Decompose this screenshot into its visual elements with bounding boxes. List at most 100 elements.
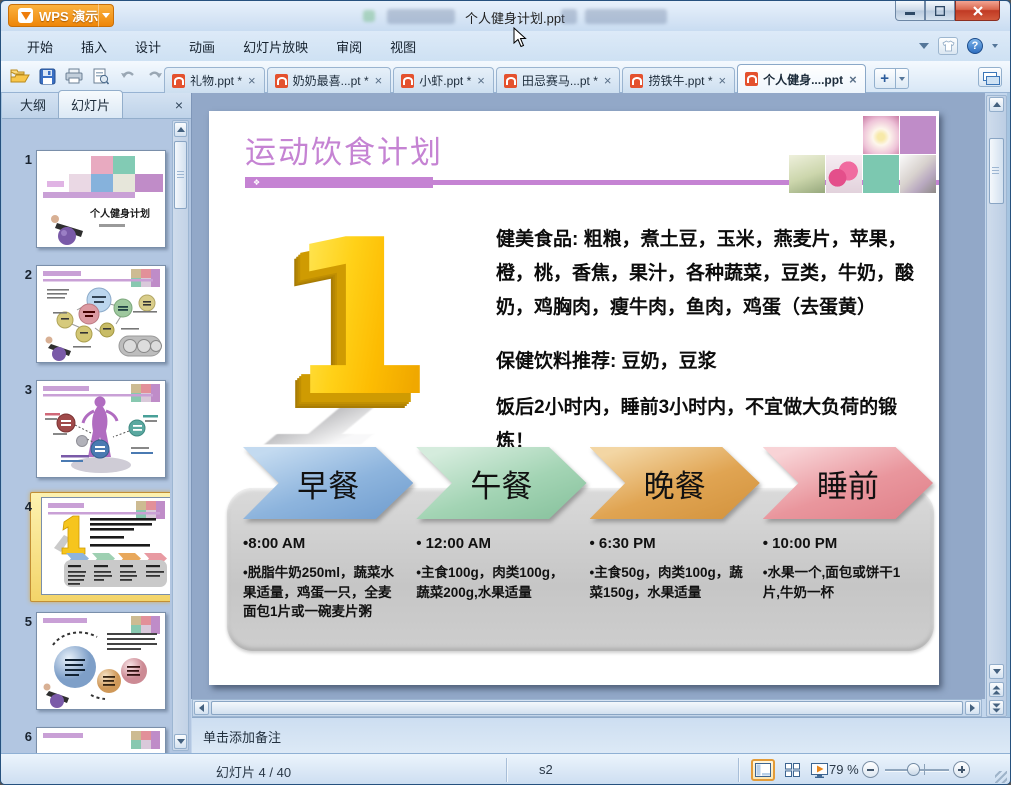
thumbnail-1-preview: 个人健身计划 — [37, 151, 165, 247]
thumb-scroll-down-button[interactable] — [174, 734, 187, 749]
open-file-button[interactable] — [9, 65, 31, 87]
tab-close-button[interactable]: × — [374, 74, 384, 87]
redo-button[interactable] — [144, 65, 166, 87]
meal-chevrons: 早餐 午餐 晚餐 睡前 — [243, 447, 933, 519]
tab-close-button[interactable]: × — [476, 74, 486, 87]
menu-animation[interactable]: 动画 — [175, 33, 229, 60]
tab-close-button[interactable]: × — [603, 74, 613, 87]
slide-title[interactable]: 运动饮食计划 — [245, 127, 443, 172]
slide-canvas[interactable]: 运动饮食计划 ❖ 1 1 1 健美食品: 粗粮，煮土豆，玉米，燕麦片，苹果，橙，… — [191, 93, 985, 699]
slide-editor[interactable]: 运动饮食计划 ❖ 1 1 1 健美食品: 粗粮，煮土豆，玉米，燕麦片，苹果，橙，… — [209, 111, 939, 685]
restore-icon — [935, 5, 945, 16]
minimize-button[interactable] — [895, 1, 925, 21]
main-vertical-scrollbar[interactable] — [986, 95, 1007, 717]
thumb-scroll-up-button[interactable] — [174, 122, 187, 137]
zoom-slider-thumb[interactable] — [907, 763, 920, 776]
slide-sorter-view-button[interactable] — [780, 759, 804, 781]
undo-icon — [121, 71, 134, 78]
previous-slide-button[interactable] — [989, 682, 1004, 697]
save-floppy-icon — [39, 68, 55, 84]
slide-thumbnail-5[interactable] — [36, 612, 166, 710]
undo-button[interactable] — [117, 65, 139, 87]
zoom-in-button[interactable] — [953, 761, 970, 778]
tab-close-button[interactable]: × — [848, 73, 858, 86]
thumbnail-1-title: 个人健身计划 — [89, 207, 150, 220]
scroll-thumb[interactable] — [989, 138, 1004, 204]
slide-thumbnail-1[interactable]: 个人健身计划 — [36, 150, 166, 248]
open-folder-icon — [10, 69, 30, 83]
menu-home[interactable]: 开始 — [13, 33, 67, 60]
zoom-out-button[interactable] — [862, 761, 879, 778]
statusbar-separator — [506, 758, 507, 782]
next-slide-button[interactable] — [989, 700, 1004, 715]
doc-tab-label: 奶奶最喜...pt * — [292, 74, 369, 88]
new-tab-dropdown[interactable] — [895, 68, 909, 89]
close-button[interactable] — [955, 1, 1000, 21]
doc-tab[interactable]: 田忌赛马...pt * × — [495, 67, 621, 93]
normal-view-button[interactable] — [751, 759, 775, 781]
arrow-left-icon — [199, 704, 204, 712]
print-preview-button[interactable] — [90, 65, 112, 87]
doc-tab[interactable]: 奶奶最喜...pt * × — [266, 67, 392, 93]
print-button[interactable] — [63, 65, 85, 87]
slide-thumbnail-3[interactable] — [36, 380, 166, 478]
tab-outline[interactable]: 大纲 — [8, 91, 58, 118]
skin-theme-button[interactable] — [938, 37, 958, 55]
doc-tab-label: 个人健身....ppt — [763, 72, 844, 87]
scroll-right-button[interactable] — [965, 701, 980, 715]
menu-design[interactable]: 设计 — [121, 33, 175, 60]
slide-thumbnail-4-selected[interactable] — [41, 497, 170, 595]
slide-thumbnail-2[interactable] — [36, 265, 166, 363]
hscroll-thumb[interactable] — [211, 701, 963, 715]
switch-window-button[interactable] — [978, 67, 1002, 87]
teal-tile — [863, 155, 899, 193]
slide-thumbnail-6[interactable] — [36, 727, 166, 753]
panel-close-button[interactable]: × — [175, 98, 183, 112]
doc-tab[interactable]: 礼物.ppt * × — [164, 67, 265, 93]
wps-app-menu-dropdown[interactable] — [98, 4, 114, 27]
slide-number: 2 — [24, 267, 32, 282]
thumbnail-scrollbar[interactable] — [172, 120, 189, 751]
scroll-left-button[interactable] — [194, 701, 209, 715]
zoom-level: 79 % — [829, 762, 859, 777]
doc-tab[interactable]: 小虾.ppt * × — [393, 67, 494, 93]
notes-area[interactable]: 单击添加备注 — [192, 717, 1010, 753]
scroll-up-button[interactable] — [989, 97, 1004, 112]
glass-photo-tile — [789, 155, 825, 193]
tab-close-button[interactable]: × — [247, 74, 257, 87]
menu-view[interactable]: 视图 — [376, 33, 430, 60]
scroll-down-button[interactable] — [989, 664, 1004, 679]
slide-number: 3 — [24, 382, 32, 397]
tab-slides[interactable]: 幻灯片 — [58, 90, 124, 118]
doc-tab-active[interactable]: 个人健身....ppt × — [737, 64, 866, 93]
ppt-file-icon — [274, 73, 288, 88]
meal-times-row: •8:00 AM • 12:00 AM • 6:30 PM • 10:00 PM — [243, 535, 933, 552]
collapse-ribbon-icon[interactable] — [919, 43, 929, 49]
help-button[interactable]: ? — [967, 38, 983, 54]
slide-paragraph-drinks[interactable]: 保健饮料推荐: 豆奶，豆浆 — [496, 345, 933, 379]
tab-close-button[interactable]: × — [718, 74, 728, 87]
dumbbell-photo-tile — [826, 155, 862, 193]
redacted-text — [387, 9, 455, 24]
chevron-dinner[interactable]: 晚餐 — [589, 447, 760, 519]
thumbnail-3-preview — [37, 381, 165, 477]
save-button[interactable] — [36, 65, 58, 87]
window-title: 个人健身计划.ppt — [465, 11, 565, 26]
doc-tab[interactable]: 捞铁牛.ppt * × — [622, 67, 736, 93]
resize-grip[interactable] — [995, 771, 1007, 783]
ppt-file-icon — [630, 73, 644, 88]
chevron-bedtime[interactable]: 睡前 — [762, 447, 933, 519]
menu-review[interactable]: 审阅 — [322, 33, 376, 60]
wps-app-button[interactable]: WPS 演示 — [8, 4, 109, 27]
menu-insert[interactable]: 插入 — [67, 33, 121, 60]
new-tab-button[interactable]: + — [873, 68, 896, 89]
menu-slideshow[interactable]: 幻灯片放映 — [229, 33, 322, 60]
chevron-breakfast[interactable]: 早餐 — [243, 447, 414, 519]
slideshow-button[interactable] — [807, 759, 831, 781]
chevron-lunch[interactable]: 午餐 — [416, 447, 587, 519]
slide-paragraph-foods[interactable]: 健美食品: 粗粮，煮土豆，玉米，燕麦片，苹果，橙，桃，香焦，果汁，各种蔬菜，豆类… — [496, 223, 933, 325]
thumb-scroll-thumb[interactable] — [174, 141, 187, 209]
maximize-button[interactable] — [925, 1, 955, 21]
help-dropdown-icon[interactable] — [992, 44, 998, 48]
main-horizontal-scrollbar[interactable] — [192, 699, 982, 717]
